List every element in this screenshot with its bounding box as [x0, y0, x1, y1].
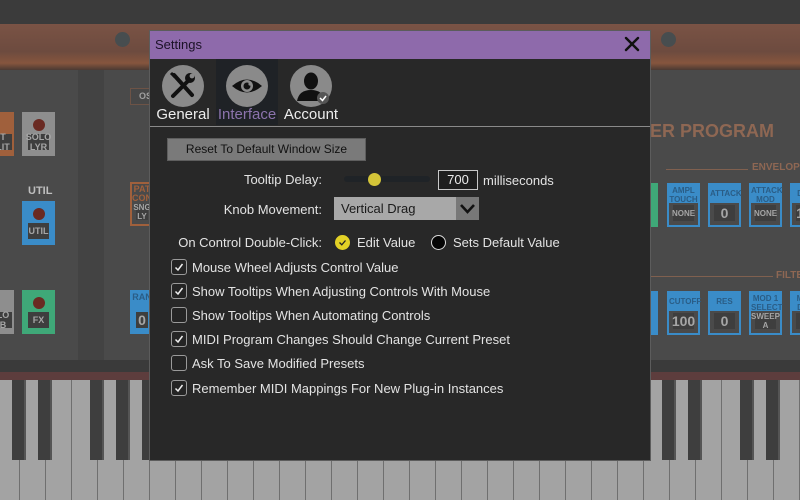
check-icon — [174, 263, 184, 272]
checkbox-label: Mouse Wheel Adjusts Control Value — [192, 260, 399, 275]
eye-icon — [226, 65, 268, 107]
black-key[interactable] — [688, 380, 702, 460]
checkbox[interactable] — [171, 259, 187, 275]
tab-account[interactable]: Account — [280, 59, 342, 125]
double-click-label: On Control Double-Click: — [178, 235, 322, 250]
radio-edit-value-label: Edit Value — [357, 235, 416, 250]
checkbox-label: Show Tooltips When Automating Controls — [192, 308, 431, 323]
tab-label: General — [156, 106, 210, 123]
tooltip-delay-input[interactable]: 700 — [438, 170, 478, 190]
tools-icon — [162, 65, 204, 107]
module-split[interactable]: T LIT — [0, 112, 14, 156]
checkbox-label: Remember MIDI Mappings For New Plug-in I… — [192, 381, 504, 396]
module-solo-lyr[interactable]: SOLO LYR — [22, 112, 55, 156]
dialog-title: Settings — [155, 37, 202, 52]
slider-thumb[interactable] — [368, 173, 382, 186]
host-top-bar — [0, 0, 800, 24]
tab-label: Account — [283, 106, 339, 123]
black-key[interactable] — [740, 380, 754, 460]
program-title: ER PROGRAM — [650, 121, 775, 141]
tab-interface[interactable]: Interface — [216, 59, 278, 125]
module-mod1-select[interactable]: MOD 1 SELECT SWEEP A — [749, 291, 783, 335]
knob-movement-select[interactable]: Vertical Drag — [334, 197, 479, 220]
module-ampl-touch[interactable]: AMPL TOUCH NONE — [667, 183, 700, 227]
checkbox-label: MIDI Program Changes Should Change Curre… — [192, 332, 510, 347]
tooltip-delay-unit: milliseconds — [483, 173, 554, 188]
section-line — [651, 276, 773, 277]
util-section-label: UTIL — [28, 185, 53, 197]
tab-label: Interface — [217, 106, 277, 123]
settings-dialog: Settings General Interface Account Reset… — [149, 30, 651, 461]
checkbox[interactable] — [171, 331, 187, 347]
radio-sets-default-value-label: Sets Default Value — [453, 235, 560, 250]
radio-sets-default-value[interactable] — [431, 235, 446, 250]
tooltip-delay-label: Tooltip Delay: — [243, 172, 322, 187]
checkbox-label: Show Tooltips When Adjusting Controls Wi… — [192, 284, 491, 299]
checkbox[interactable] — [171, 283, 187, 299]
knob-movement-value: Vertical Drag — [341, 201, 416, 216]
envelope-section-label: ENVELOPE — [752, 162, 800, 173]
module-cutoff[interactable]: CUTOFF 100 — [667, 291, 701, 335]
check-icon — [339, 240, 346, 246]
led-indicator — [32, 208, 45, 220]
section-line — [666, 169, 748, 170]
module-attack-mod[interactable]: ATTACK MOD NONE — [749, 183, 783, 227]
black-key[interactable] — [662, 380, 676, 460]
black-key[interactable] — [766, 380, 780, 460]
screw-icon — [115, 32, 130, 47]
filter-section-label: FILTE — [776, 270, 800, 281]
module-res[interactable]: RES 0 — [708, 291, 741, 335]
module-solo-lyr-b[interactable]: LO B — [0, 290, 14, 334]
tab-general[interactable]: General — [152, 59, 214, 125]
black-key[interactable] — [12, 380, 26, 460]
check-icon — [174, 335, 184, 344]
checkbox[interactable] — [171, 380, 187, 396]
close-x-icon[interactable] — [621, 33, 643, 55]
knob-movement-label: Knob Movement: — [223, 202, 322, 217]
module-attack[interactable]: ATTACK 0 — [708, 183, 742, 227]
checkbox[interactable] — [171, 307, 187, 323]
user-check-icon — [290, 65, 332, 107]
check-icon — [174, 287, 184, 296]
led-indicator — [32, 119, 45, 131]
black-key[interactable] — [90, 380, 104, 460]
checkbox[interactable] — [171, 355, 187, 371]
module-decay[interactable]: D 1 — [790, 183, 800, 227]
panel-divider — [78, 70, 104, 360]
chevron-down-icon[interactable] — [456, 197, 479, 220]
screw-icon — [661, 32, 676, 47]
module-util[interactable]: UTIL — [22, 201, 55, 245]
module-mod1-depth[interactable]: M D — [790, 291, 800, 335]
reset-window-size-button[interactable]: Reset To Default Window Size — [167, 138, 366, 161]
black-key[interactable] — [38, 380, 52, 460]
radio-edit-value[interactable] — [335, 235, 350, 250]
led-indicator — [32, 297, 45, 309]
synth-plugin-window: T LIT SOLO LYR UTIL UTIL LO B FX OS PAT … — [0, 0, 800, 500]
checkbox-label: Ask To Save Modified Presets — [192, 356, 365, 371]
dialog-titlebar[interactable]: Settings — [150, 31, 650, 59]
black-key[interactable] — [116, 380, 130, 460]
tooltip-delay-slider[interactable] — [344, 176, 430, 182]
check-icon — [174, 384, 184, 393]
settings-tabs: General Interface Account — [150, 59, 650, 127]
module-fx[interactable]: FX — [22, 290, 55, 334]
